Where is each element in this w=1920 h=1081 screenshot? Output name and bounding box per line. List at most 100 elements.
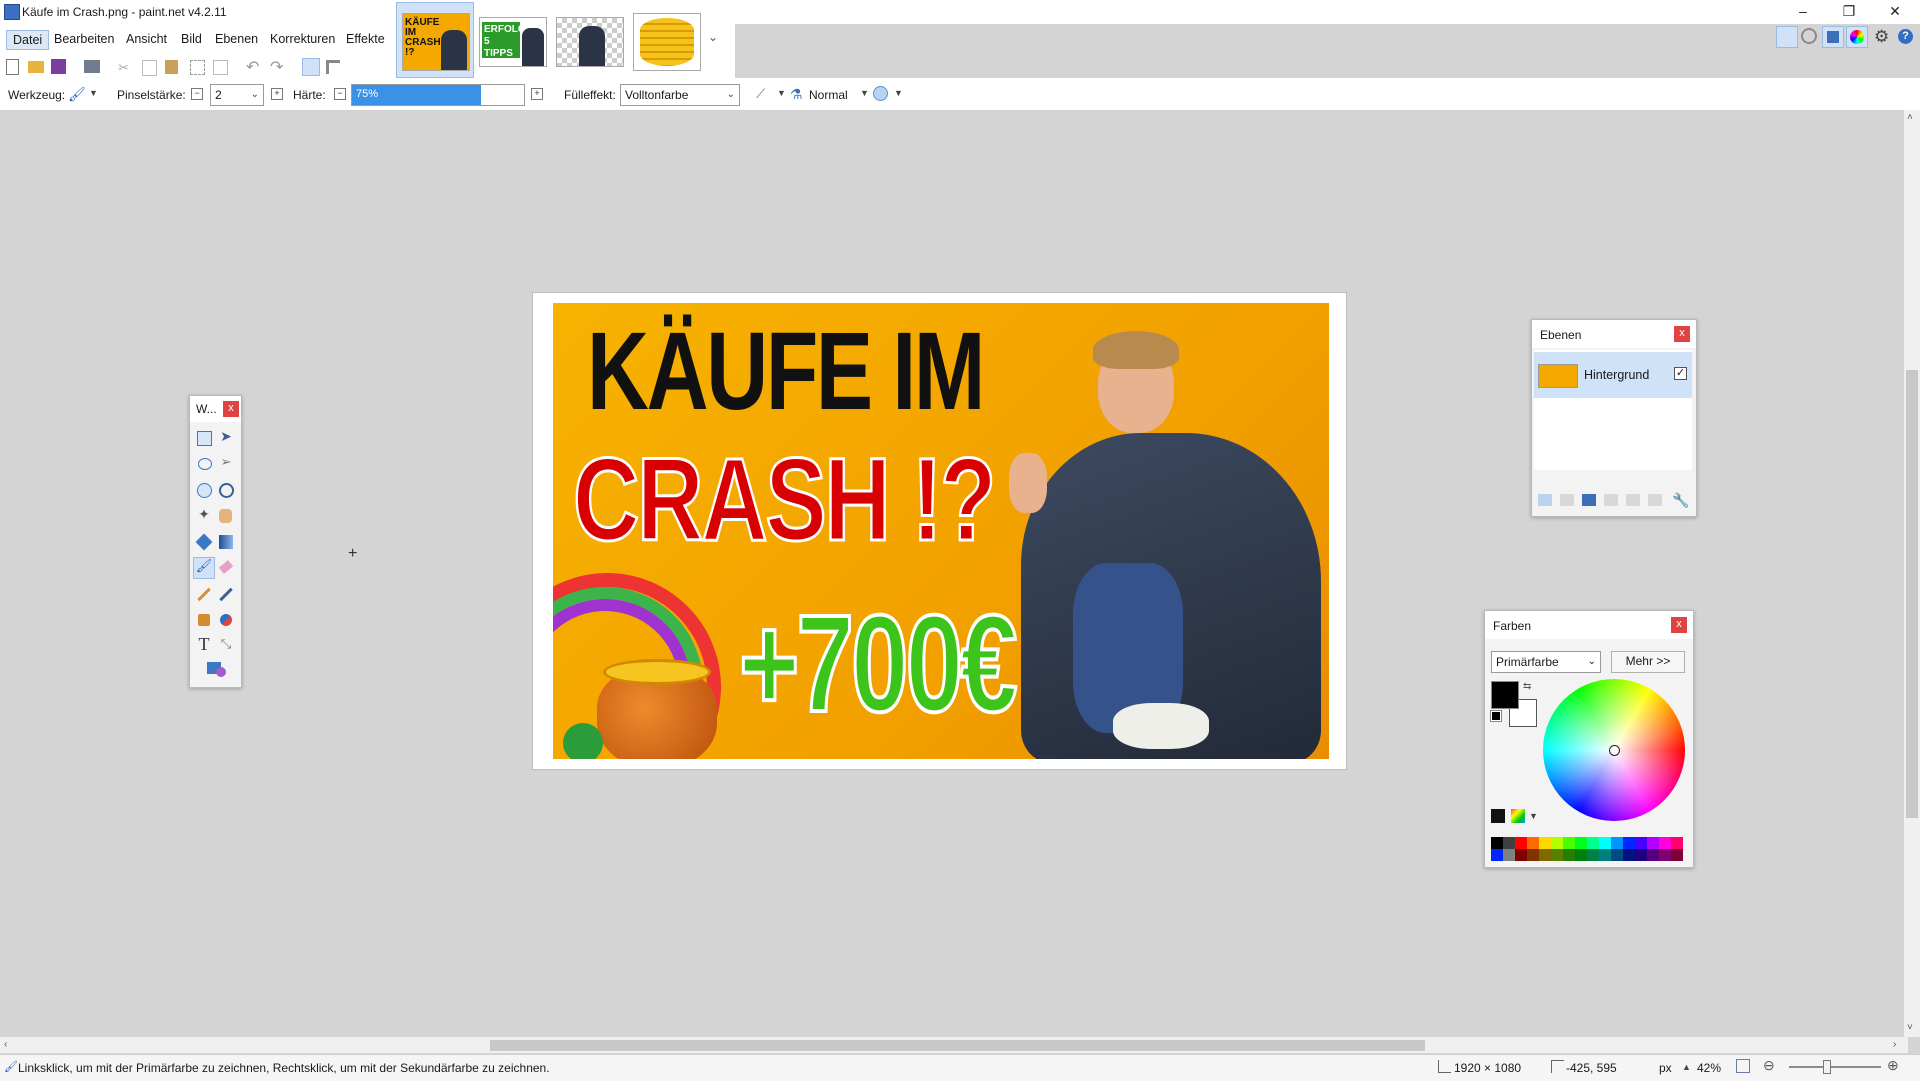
horizontal-scroll-thumb[interactable] (490, 1040, 1425, 1051)
delete-layer-icon[interactable] (1560, 494, 1574, 506)
tool-dropdown-arrow[interactable]: ▼ (89, 88, 98, 98)
scroll-right-arrow[interactable]: › (1893, 1039, 1896, 1050)
swap-colors-icon[interactable]: ⇆ (1523, 681, 1531, 692)
palette-swatch[interactable] (1587, 837, 1599, 849)
palette-swatch[interactable] (1647, 849, 1659, 861)
palette-swatch[interactable] (1671, 837, 1683, 849)
recolor-tool-icon[interactable] (216, 610, 236, 630)
layers-window-toggle-icon[interactable] (1822, 26, 1844, 48)
palette-swatch[interactable] (1539, 837, 1551, 849)
selection-clipping-dropdown-arrow[interactable]: ▼ (894, 88, 903, 98)
layer-visibility-checkbox[interactable]: ✓ (1674, 367, 1687, 380)
print-icon[interactable] (84, 60, 100, 73)
rulers-icon[interactable] (326, 60, 340, 74)
layer-properties-icon[interactable]: 🔧 (1672, 492, 1689, 509)
palette-swatch[interactable] (1503, 849, 1515, 861)
pixel-grid-icon[interactable] (302, 58, 320, 76)
fill-type-select[interactable]: Volltonfarbe ⌄ (620, 84, 740, 106)
move-selected-tool-icon[interactable]: ➤ (216, 428, 236, 448)
rectangle-select-tool-icon[interactable] (194, 428, 214, 448)
palette-swatch[interactable] (1551, 849, 1563, 861)
paintbrush-tool-button-icon[interactable]: 🖌 (193, 557, 215, 579)
palette-swatch[interactable] (1659, 849, 1671, 861)
menu-ebenen[interactable]: Ebenen (209, 30, 264, 48)
selection-clipping-icon[interactable] (873, 86, 888, 101)
colors-window-close-button[interactable]: x (1671, 617, 1687, 633)
palette-swatch[interactable] (1599, 837, 1611, 849)
palette-swatch[interactable] (1527, 837, 1539, 849)
color-wheel[interactable] (1543, 679, 1685, 821)
hardness-increase-button[interactable]: + (531, 88, 543, 100)
units-select[interactable]: px (1659, 1061, 1672, 1075)
hardness-decrease-button[interactable]: − (334, 88, 346, 100)
text-tool-icon[interactable]: T (194, 634, 214, 654)
color-wheel-marker[interactable] (1609, 745, 1620, 756)
move-layer-down-icon[interactable] (1648, 494, 1662, 506)
close-button[interactable]: ✕ (1872, 0, 1918, 24)
palette-swatch[interactable] (1575, 849, 1587, 861)
deselect-icon[interactable] (213, 60, 228, 75)
colors-window-toggle-icon[interactable] (1846, 26, 1868, 48)
shapes-tool-icon[interactable] (204, 659, 228, 679)
menu-bearbeiten[interactable]: Bearbeiten (48, 30, 120, 48)
eraser-tool-icon[interactable] (216, 558, 236, 578)
open-folder-icon[interactable] (28, 61, 44, 73)
merge-layer-down-icon[interactable] (1604, 494, 1618, 506)
units-dropdown-arrow[interactable]: ▲ (1682, 1062, 1691, 1072)
palette-swatch[interactable] (1503, 837, 1515, 849)
palette-swatch[interactable] (1491, 837, 1503, 849)
paint-bucket-tool-icon[interactable] (194, 532, 214, 552)
hardness-slider[interactable]: 75% (351, 84, 525, 106)
redo-icon[interactable]: ↷ (270, 57, 288, 76)
layers-window-close-button[interactable]: x (1674, 326, 1690, 342)
ellipse-select-tool-icon[interactable] (194, 480, 214, 500)
image-canvas[interactable]: KÄUFE IM CRASH !? +700€ (532, 292, 1347, 770)
menu-korrekturen[interactable]: Korrekturen (264, 30, 341, 48)
image-tab-person[interactable] (550, 2, 628, 78)
cut-icon[interactable]: ✂ (118, 60, 132, 75)
move-layer-up-icon[interactable] (1626, 494, 1640, 506)
tools-window-toggle-icon[interactable] (1776, 26, 1798, 48)
move-selection-tool-icon[interactable]: ➢ (216, 454, 236, 474)
color-mode-select[interactable]: Primärfarbe ⌄ (1491, 651, 1601, 673)
palette-options-icon[interactable] (1491, 809, 1505, 823)
color-palette[interactable] (1491, 837, 1683, 861)
image-tab-kaufe-im-crash[interactable]: KÄUFE IM CRASH !? (396, 2, 474, 78)
brush-width-increase-button[interactable]: + (271, 88, 283, 100)
undo-icon[interactable]: ↶ (246, 57, 264, 76)
scroll-down-arrow[interactable]: ˅ (1907, 1022, 1913, 1033)
gradient-tool-icon[interactable] (216, 532, 236, 552)
palette-swatch[interactable] (1491, 849, 1503, 861)
palette-dropdown-arrow[interactable]: ▼ (1529, 811, 1538, 821)
palette-swatch[interactable] (1611, 849, 1623, 861)
palette-swatch[interactable] (1599, 849, 1611, 861)
save-icon[interactable] (51, 59, 66, 74)
zoom-level[interactable]: 42% (1697, 1061, 1721, 1075)
brush-width-select[interactable]: 2 ⌄ (210, 84, 264, 106)
tools-window-close-button[interactable]: x (223, 401, 239, 417)
menu-bild[interactable]: Bild (175, 30, 208, 48)
image-tab-erfolg[interactable]: ERFOLG 5 TIPPS (473, 2, 551, 78)
palette-swatch[interactable] (1575, 837, 1587, 849)
pan-tool-icon[interactable] (216, 506, 236, 526)
palette-swatch[interactable] (1671, 849, 1683, 861)
scroll-up-arrow[interactable]: ˄ (1907, 112, 1913, 123)
antialiasing-icon[interactable]: ⟋ (756, 86, 772, 102)
more-colors-button[interactable]: Mehr >> (1611, 651, 1685, 673)
palette-swatch[interactable] (1527, 849, 1539, 861)
new-file-icon[interactable] (6, 59, 19, 75)
palette-swatch[interactable] (1551, 837, 1563, 849)
palette-swatch[interactable] (1635, 849, 1647, 861)
palette-swatch[interactable] (1623, 849, 1635, 861)
lasso-select-tool-icon[interactable] (194, 454, 214, 474)
palette-swatch[interactable] (1611, 837, 1623, 849)
zoom-to-window-icon[interactable] (1736, 1059, 1750, 1073)
zoom-tool-icon[interactable] (216, 480, 236, 500)
menu-effekte[interactable]: Effekte (340, 30, 391, 48)
tab-overflow-button[interactable]: ⌄ (708, 30, 718, 44)
menu-ansicht[interactable]: Ansicht (120, 30, 173, 48)
palette-swatch[interactable] (1515, 837, 1527, 849)
add-layer-icon[interactable] (1538, 494, 1552, 506)
crop-to-selection-icon[interactable] (190, 60, 205, 75)
zoom-slider-thumb[interactable] (1823, 1060, 1831, 1074)
